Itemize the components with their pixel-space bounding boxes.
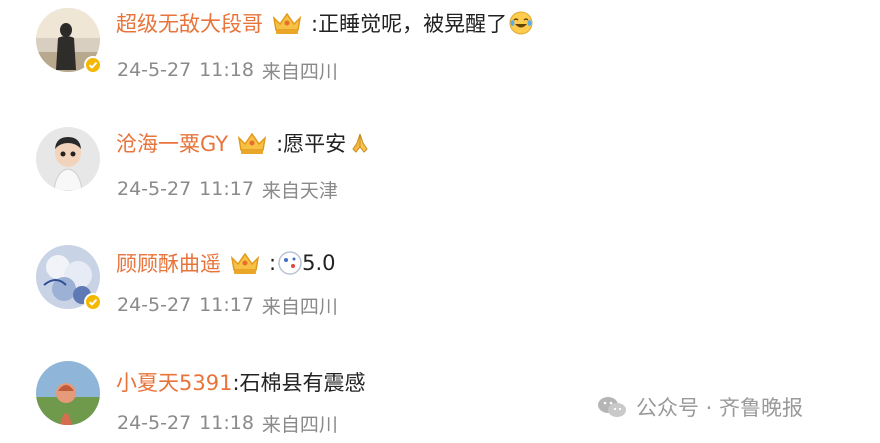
comment-header: 沧海一粟GY :愿平安 — [116, 126, 372, 160]
username-link[interactable]: 沧海一粟GY — [116, 128, 228, 158]
comment-location: 来自四川 — [261, 295, 338, 318]
praying-hands-emoji-icon — [348, 131, 372, 155]
comment-header: 超级无敌大段哥 :正睡觉呢，被晃醒了 — [116, 6, 533, 40]
crown-badge-icon — [229, 250, 261, 276]
verified-badge-icon — [84, 56, 102, 74]
comment-date: 24-5-27 — [117, 294, 192, 316]
comment-item: 沧海一粟GY :愿平安 24-5-27 11:17 来自天津 — [0, 120, 880, 220]
username-link[interactable]: 超级无敌大段哥 — [116, 8, 263, 38]
comment-meta: 24-5-27 11:17 来自天津 — [117, 175, 338, 203]
comment-item: 超级无敌大段哥 :正睡觉呢，被晃醒了 24-5-27 11:18 来自四川 — [0, 0, 880, 100]
username-link[interactable]: 小夏天5391 — [116, 367, 232, 397]
watermark-text: 公众号 · 齐鲁晚报 — [636, 396, 804, 420]
username-link[interactable]: 顾顾酥曲遥 — [116, 248, 221, 278]
comment-date: 24-5-27 — [117, 178, 192, 200]
crown-badge-icon — [271, 10, 303, 36]
crown-badge-icon — [236, 130, 268, 156]
laughing-tears-emoji-icon — [509, 11, 533, 35]
comment-time: 11:18 — [199, 412, 254, 434]
comment-time: 11:17 — [199, 178, 254, 200]
comment-text: : — [269, 251, 277, 275]
watermark: 公众号 · 齐鲁晚报 — [596, 390, 803, 424]
comment-date: 24-5-27 — [117, 412, 192, 434]
verified-badge-icon — [84, 293, 102, 311]
comment-item: 顾顾酥曲遥 : 5.0 24-5-27 11:17 来自四川 — [0, 237, 880, 337]
avatar[interactable] — [36, 127, 100, 191]
comment-meta: 24-5-27 11:18 来自四川 — [117, 56, 338, 84]
comment-location: 来自天津 — [261, 179, 338, 202]
comment-header: 顾顾酥曲遥 : 5.0 — [116, 246, 335, 280]
wechat-icon — [596, 394, 628, 420]
dice-emoji-icon — [278, 251, 302, 275]
comment-meta: 24-5-27 11:18 来自四川 — [117, 409, 338, 437]
comment-location: 来自四川 — [261, 60, 338, 83]
comment-header: 小夏天5391 :石棉县有震感 — [116, 365, 366, 399]
comment-meta: 24-5-27 11:17 来自四川 — [117, 291, 338, 319]
comment-text: :愿平安 — [276, 132, 347, 156]
avatar[interactable] — [36, 361, 100, 425]
comment-date: 24-5-27 — [117, 59, 192, 81]
comment-feed: 超级无敌大段哥 :正睡觉呢，被晃醒了 24-5-27 11:18 来自四川 沧海… — [0, 0, 880, 443]
comment-text: :石棉县有震感 — [232, 371, 366, 395]
comment-time: 11:17 — [199, 294, 254, 316]
comment-text: :正睡觉呢，被晃醒了 — [311, 12, 508, 36]
comment-score: 5.0 — [302, 251, 336, 275]
comment-time: 11:18 — [199, 59, 254, 81]
comment-location: 来自四川 — [261, 413, 338, 436]
